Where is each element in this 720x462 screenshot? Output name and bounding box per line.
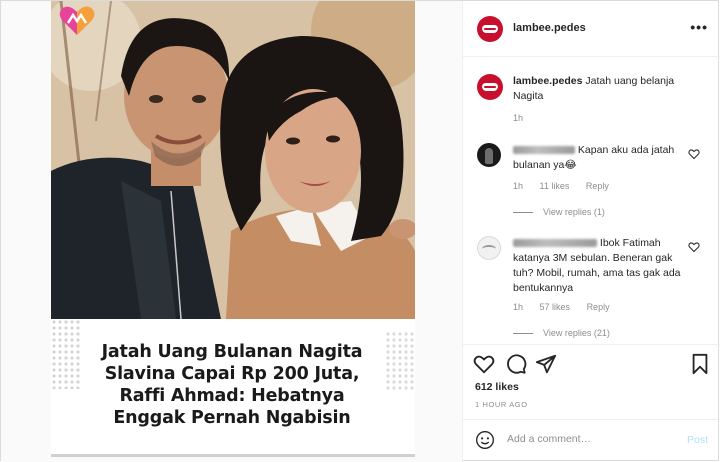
post-button[interactable]: Post	[687, 434, 708, 446]
share-icon[interactable]	[535, 353, 557, 375]
action-bar	[463, 344, 720, 384]
heart-icon[interactable]	[473, 353, 495, 375]
post-header: lambee.pedes •••	[463, 1, 720, 57]
view-replies-label[interactable]: View replies (1)	[543, 207, 605, 217]
lips-icon	[482, 83, 498, 91]
heart-icon[interactable]	[688, 241, 700, 253]
divider-line	[513, 333, 533, 335]
caption-avatar[interactable]	[477, 74, 503, 100]
avatar[interactable]	[477, 16, 503, 42]
header-username[interactable]: lambee.pedes	[513, 22, 586, 34]
reply-button[interactable]: Reply	[586, 181, 609, 191]
comment-text: Kapan aku ada jatah bulanan ya😂	[513, 143, 688, 173]
more-options-icon[interactable]: •••	[690, 19, 708, 35]
caption-username[interactable]: lambee.pedes	[513, 75, 582, 87]
comment-text: Ibok Fatimah katanya 3M sebulan. Beneran…	[513, 236, 688, 296]
comment-likes[interactable]: 11 likes	[540, 181, 570, 191]
dot-pattern-left	[51, 319, 81, 389]
view-replies-button[interactable]: View replies (1)	[513, 207, 605, 217]
like-count[interactable]: 612 likes	[475, 381, 519, 393]
comment-meta: 1h 11 likes Reply	[513, 181, 623, 191]
comment-likes[interactable]: 57 likes	[540, 302, 571, 312]
commenter-avatar[interactable]	[477, 236, 501, 260]
post-sidebar: lambee.pedes ••• lambee.pedes Jatah uang…	[463, 1, 720, 462]
divider-line	[513, 212, 533, 214]
add-comment-input[interactable]	[507, 433, 667, 445]
heart-icon[interactable]	[688, 148, 700, 160]
comment-time: 1h	[513, 181, 524, 191]
lips-icon	[482, 25, 498, 33]
dot-pattern-right	[385, 331, 415, 391]
heart-logo-icon	[59, 6, 95, 36]
reply-button[interactable]: Reply	[587, 302, 610, 312]
post-headline: Jatah Uang Bulanan Nagita Slavina Capai …	[101, 342, 363, 428]
redacted-username[interactable]	[513, 146, 575, 155]
post-timestamp: 1 HOUR AGO	[475, 400, 528, 409]
bookmark-icon[interactable]	[689, 353, 711, 375]
view-replies-button[interactable]: View replies (21)	[513, 328, 610, 338]
comment-meta: 1h 57 likes Reply	[513, 302, 624, 312]
caption-time: 1h	[513, 113, 524, 123]
post-media[interactable]: Jatah Uang Bulanan Nagita Slavina Capai …	[1, 1, 463, 462]
comment-icon[interactable]	[505, 353, 527, 375]
caption-text: lambee.pedes Jatah uang belanja Nagita	[513, 74, 693, 104]
commenter-avatar[interactable]	[477, 143, 501, 167]
post-window: Jatah Uang Bulanan Nagita Slavina Capai …	[0, 0, 720, 462]
couple-photo	[51, 1, 415, 319]
comment-time: 1h	[513, 302, 524, 312]
smile-icon[interactable]	[475, 430, 495, 450]
view-replies-label[interactable]: View replies (21)	[543, 328, 610, 338]
redacted-username[interactable]	[513, 239, 597, 248]
add-comment-bar: Post	[463, 419, 720, 462]
